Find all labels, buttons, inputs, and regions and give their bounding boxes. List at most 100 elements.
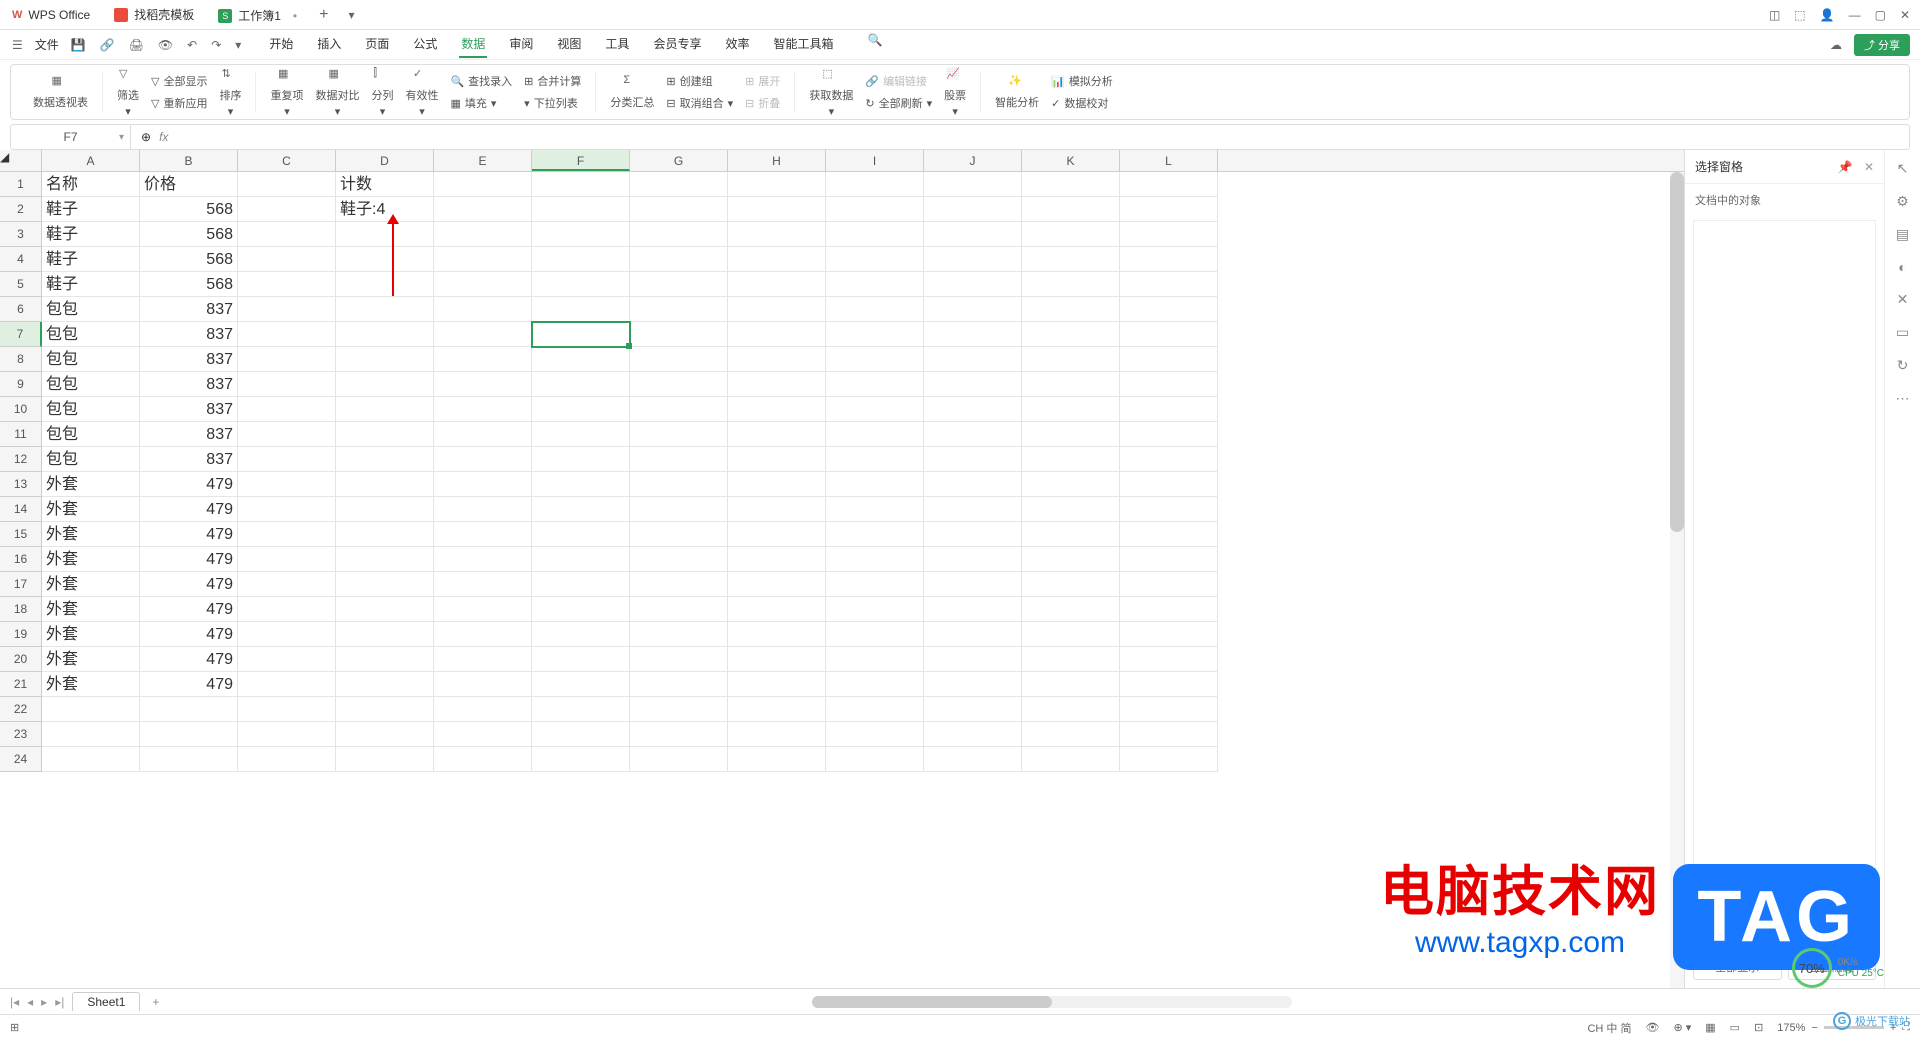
cell[interactable] [238, 372, 336, 397]
cell[interactable] [434, 372, 532, 397]
cell[interactable]: 包包 [42, 347, 140, 372]
cell[interactable] [532, 422, 630, 447]
cell[interactable] [826, 372, 924, 397]
row-header[interactable]: 5 [0, 272, 42, 297]
cell[interactable] [434, 272, 532, 297]
col-header-F[interactable]: F [532, 150, 630, 171]
cell[interactable] [336, 622, 434, 647]
cell[interactable]: 568 [140, 272, 238, 297]
cell[interactable] [434, 297, 532, 322]
style-icon[interactable]: ◐ [1898, 259, 1906, 275]
cell[interactable] [238, 472, 336, 497]
close-button[interactable]: ✕ [1900, 8, 1910, 22]
cell[interactable] [336, 247, 434, 272]
cell[interactable] [1022, 522, 1120, 547]
row-header[interactable]: 3 [0, 222, 42, 247]
cell[interactable] [336, 447, 434, 472]
app-tab-workbook[interactable]: S 工作簿1 • [206, 1, 309, 29]
cell[interactable]: 外套 [42, 497, 140, 522]
cell[interactable] [924, 297, 1022, 322]
fx-icon[interactable]: fx [159, 130, 168, 144]
row-header[interactable]: 24 [0, 747, 42, 772]
cell[interactable] [336, 372, 434, 397]
cell[interactable] [532, 322, 630, 347]
cell[interactable] [630, 472, 728, 497]
cell[interactable]: 479 [140, 622, 238, 647]
cell[interactable] [336, 672, 434, 697]
cell[interactable]: 外套 [42, 647, 140, 672]
cell[interactable] [826, 497, 924, 522]
undo-icon[interactable]: ↶ [185, 36, 199, 54]
row-header[interactable]: 10 [0, 397, 42, 422]
cell[interactable] [532, 472, 630, 497]
cell[interactable] [336, 297, 434, 322]
cell[interactable] [1022, 547, 1120, 572]
cell[interactable] [924, 547, 1022, 572]
maximize-button[interactable]: ▢ [1875, 8, 1886, 22]
cell[interactable] [728, 472, 826, 497]
cell[interactable] [532, 297, 630, 322]
cell[interactable] [434, 422, 532, 447]
cell[interactable] [532, 722, 630, 747]
cell[interactable] [924, 597, 1022, 622]
row-header[interactable]: 1 [0, 172, 42, 197]
row-header[interactable]: 23 [0, 722, 42, 747]
cell[interactable]: 鞋子 [42, 247, 140, 272]
cell[interactable] [924, 322, 1022, 347]
cell[interactable] [1022, 747, 1120, 772]
cell[interactable]: 837 [140, 422, 238, 447]
cell[interactable] [826, 322, 924, 347]
zoom-out-icon[interactable]: − [1811, 1022, 1817, 1034]
cell[interactable] [630, 597, 728, 622]
cell[interactable] [238, 722, 336, 747]
cell[interactable] [924, 197, 1022, 222]
cell[interactable] [630, 572, 728, 597]
cell[interactable] [434, 522, 532, 547]
cell[interactable] [434, 447, 532, 472]
cell[interactable] [1022, 672, 1120, 697]
status-icon[interactable]: ⊞ [10, 1021, 19, 1034]
cell[interactable]: 外套 [42, 472, 140, 497]
share-button[interactable]: ⤴ 分享 [1854, 34, 1910, 56]
row-header[interactable]: 7 [0, 322, 42, 347]
cell[interactable] [434, 347, 532, 372]
cell[interactable] [42, 722, 140, 747]
cell[interactable]: 鞋子 [42, 222, 140, 247]
cell[interactable]: 名称 [42, 172, 140, 197]
cell[interactable] [728, 372, 826, 397]
cell[interactable]: 外套 [42, 547, 140, 572]
row-header[interactable]: 11 [0, 422, 42, 447]
col-header-H[interactable]: H [728, 150, 826, 171]
cell[interactable] [336, 497, 434, 522]
minimize-button[interactable]: — [1849, 8, 1861, 22]
cell[interactable] [924, 222, 1022, 247]
cell[interactable] [1022, 322, 1120, 347]
sort-button[interactable]: ⇅排序▾ [215, 65, 245, 120]
cell[interactable] [336, 597, 434, 622]
cell[interactable] [728, 722, 826, 747]
sheet-first-icon[interactable]: |◂ [8, 995, 21, 1009]
cell[interactable] [238, 422, 336, 447]
cell[interactable] [238, 172, 336, 197]
select-all-corner[interactable]: ◢ [0, 150, 42, 171]
cell[interactable] [532, 622, 630, 647]
cell[interactable] [532, 647, 630, 672]
col-header-K[interactable]: K [1022, 150, 1120, 171]
settings-icon[interactable]: ⚙ [1896, 193, 1909, 210]
cell[interactable] [1022, 422, 1120, 447]
cell[interactable]: 837 [140, 397, 238, 422]
cell[interactable] [434, 697, 532, 722]
cell[interactable]: 837 [140, 322, 238, 347]
cell[interactable]: 外套 [42, 672, 140, 697]
cell[interactable] [924, 722, 1022, 747]
spreadsheet-grid[interactable]: ◢ A B C D E F G H I J K L 1名称价格计数2鞋子568鞋… [0, 150, 1684, 988]
tab-start[interactable]: 开始 [267, 31, 295, 58]
move-down-icon[interactable]: ∨ [1773, 927, 1791, 944]
tab-member[interactable]: 会员专享 [651, 31, 703, 58]
cell[interactable] [924, 672, 1022, 697]
cell[interactable]: 外套 [42, 522, 140, 547]
cell[interactable] [728, 347, 826, 372]
hamburger-icon[interactable]: ☰ [10, 36, 25, 54]
cell[interactable] [238, 697, 336, 722]
cell[interactable] [728, 247, 826, 272]
